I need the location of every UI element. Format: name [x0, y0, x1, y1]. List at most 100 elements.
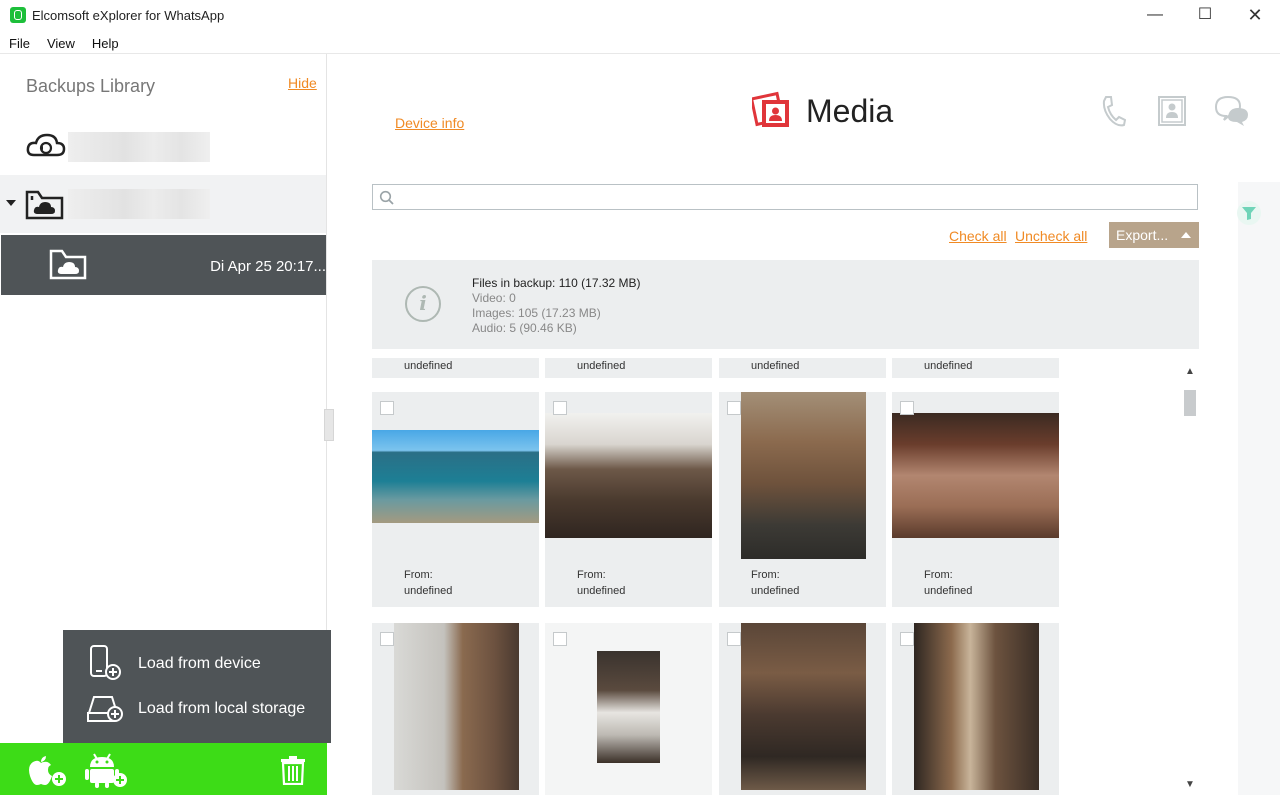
- menu-view[interactable]: View: [38, 32, 83, 51]
- device-add-icon: [90, 645, 121, 680]
- tile-checkbox[interactable]: [553, 632, 567, 646]
- android-add-icon[interactable]: [84, 753, 130, 789]
- search-icon: [379, 190, 394, 205]
- bottom-action-bar: [0, 743, 327, 795]
- tile-from-value: undefined: [924, 585, 973, 597]
- media-tile-partial[interactable]: undefined: [892, 358, 1059, 378]
- trash-icon[interactable]: [280, 755, 306, 785]
- photo-thumbnail: [394, 623, 519, 790]
- cloud-source-row[interactable]: [0, 118, 326, 176]
- tile-checkbox[interactable]: [900, 632, 914, 646]
- tile-checkbox[interactable]: [380, 632, 394, 646]
- photo-thumbnail: [741, 623, 866, 790]
- filter-icon[interactable]: [1236, 200, 1262, 226]
- selected-backup-row[interactable]: Di Apr 25 20:17...: [1, 235, 326, 295]
- load-backup-menu: Load from device Load from local storage: [63, 630, 331, 751]
- scroll-thumb[interactable]: [1184, 390, 1196, 416]
- storage-add-icon: [87, 696, 123, 722]
- media-tile[interactable]: [719, 623, 886, 795]
- load-from-local-storage-label: Load from local storage: [138, 700, 306, 717]
- check-all-link[interactable]: Check all: [949, 228, 1007, 244]
- backup-date: Di Apr 25 20:17...: [210, 258, 326, 275]
- title-bar: Elcomsoft eXplorer for WhatsApp — ☐ ✕: [0, 0, 1280, 32]
- tile-checkbox[interactable]: [380, 401, 394, 415]
- apple-add-icon[interactable]: [24, 755, 70, 789]
- summary-lines: Files in backup: 110 (17.32 MB) Video: 0…: [472, 276, 641, 336]
- menu-bar: File View Help: [0, 32, 1280, 54]
- photo-thumbnail: [892, 413, 1059, 538]
- load-from-device-item[interactable]: Load from device: [63, 642, 331, 686]
- tile-from-label: From:: [924, 569, 953, 581]
- contacts-icon[interactable]: [1156, 94, 1188, 128]
- cloud-backup-icon: [26, 133, 66, 157]
- tile-checkbox[interactable]: [727, 401, 741, 415]
- media-scrollbar[interactable]: ▲ ▼: [1178, 358, 1200, 795]
- phone-icon[interactable]: [1100, 95, 1126, 127]
- media-tile-partial[interactable]: undefined: [719, 358, 886, 378]
- uncheck-all-link[interactable]: Uncheck all: [1015, 228, 1087, 244]
- device-info-link[interactable]: Device info: [395, 115, 464, 131]
- media-tile[interactable]: From: undefined: [719, 392, 886, 607]
- tile-checkbox[interactable]: [727, 632, 741, 646]
- photo-thumbnail: [741, 392, 866, 559]
- local-source-name: [68, 189, 210, 219]
- media-panel: Device info Media Check all Uncheck all …: [334, 54, 1280, 795]
- menu-file[interactable]: File: [0, 32, 38, 51]
- filter-rail: [1238, 182, 1280, 795]
- sidebar-title: Backups Library: [26, 76, 156, 96]
- media-tile[interactable]: From: undefined: [372, 392, 539, 607]
- files-in-backup: Files in backup: 110 (17.32 MB): [472, 276, 641, 290]
- load-from-device-label: Load from device: [138, 655, 261, 672]
- tile-from-value: undefined: [404, 360, 453, 372]
- hide-sidebar-link[interactable]: Hide: [288, 75, 317, 91]
- window-title: Elcomsoft eXplorer for WhatsApp: [32, 8, 225, 23]
- chat-icon[interactable]: [1214, 94, 1250, 128]
- media-tile[interactable]: [545, 623, 712, 795]
- audio-count: Audio: 5 (90.46 KB): [472, 321, 577, 335]
- minimize-button[interactable]: —: [1130, 0, 1180, 32]
- sidebar-splitter-handle[interactable]: [324, 409, 334, 441]
- tile-checkbox[interactable]: [553, 401, 567, 415]
- video-count: Video: 0: [472, 291, 516, 305]
- media-tile[interactable]: From: undefined: [545, 392, 712, 607]
- tile-from-value: undefined: [751, 360, 800, 372]
- photo-thumbnail: [545, 413, 712, 538]
- expand-caret-icon[interactable]: [6, 200, 16, 206]
- backup-summary: i Files in backup: 110 (17.32 MB) Video:…: [372, 260, 1199, 349]
- tile-from-label: From:: [404, 569, 433, 581]
- chevron-up-icon: [1181, 232, 1191, 238]
- scroll-up-icon[interactable]: ▲: [1185, 366, 1195, 377]
- photo-thumbnail: [914, 623, 1039, 790]
- tile-from-value: undefined: [577, 360, 626, 372]
- cloud-account-name: [68, 132, 210, 162]
- photo-thumbnail: [372, 430, 539, 523]
- media-tile-partial[interactable]: undefined: [545, 358, 712, 378]
- export-label: Export...: [1116, 227, 1169, 243]
- scroll-down-icon[interactable]: ▼: [1185, 779, 1195, 790]
- folder-cloud-icon: [49, 249, 87, 280]
- search-input[interactable]: [372, 184, 1198, 210]
- tile-from-label: From:: [577, 569, 606, 581]
- close-button[interactable]: ✕: [1230, 0, 1280, 32]
- load-from-local-storage-item[interactable]: Load from local storage: [63, 687, 331, 731]
- media-grid: undefined undefined undefined undefined …: [372, 358, 1183, 795]
- info-icon: i: [405, 286, 441, 322]
- media-tile-partial[interactable]: undefined: [372, 358, 539, 378]
- folder-cloud-icon: [25, 190, 64, 220]
- photo-thumbnail: [597, 651, 660, 763]
- media-tile[interactable]: [372, 623, 539, 795]
- local-source-row[interactable]: [0, 175, 326, 233]
- export-button[interactable]: Export...: [1109, 222, 1199, 248]
- media-icon: [752, 91, 789, 127]
- tile-from-value: undefined: [751, 585, 800, 597]
- tile-from-value: undefined: [577, 585, 626, 597]
- tile-checkbox[interactable]: [900, 401, 914, 415]
- images-count: Images: 105 (17.23 MB): [472, 306, 601, 320]
- whatsapp-app-icon: [10, 7, 26, 23]
- media-tile[interactable]: [892, 623, 1059, 795]
- tile-from-value: undefined: [924, 360, 973, 372]
- menu-help[interactable]: Help: [83, 32, 127, 51]
- maximize-button[interactable]: ☐: [1180, 0, 1230, 32]
- section-title: Media: [806, 93, 894, 129]
- media-tile[interactable]: From: undefined: [892, 392, 1059, 607]
